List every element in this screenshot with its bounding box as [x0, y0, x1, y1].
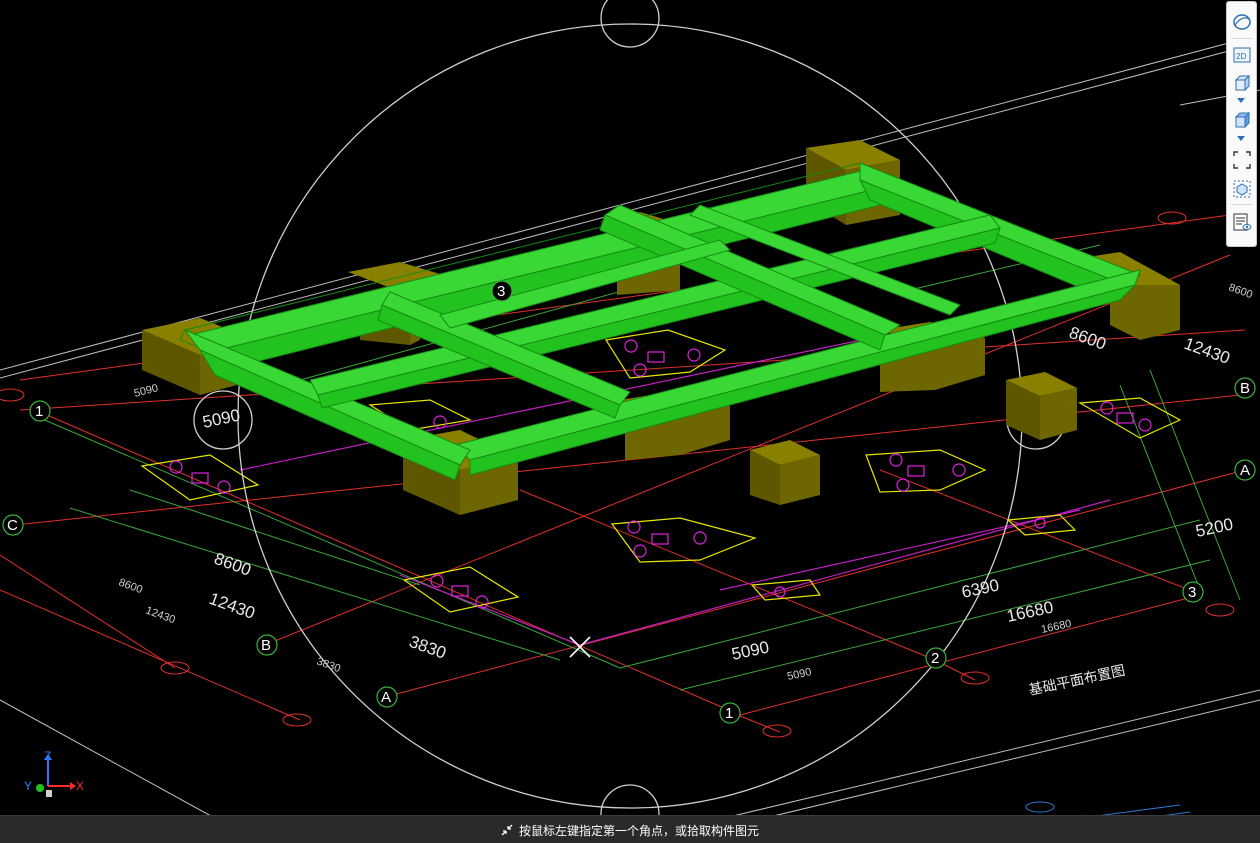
- triad-x: X: [76, 779, 84, 793]
- cube-solid-icon: [1234, 111, 1250, 128]
- dim-16680-bottom-small: 16680: [1040, 618, 1072, 636]
- 3d-viewport[interactable]: C B A B A 1 1 2 3 3 5090 5090 8600 12430…: [0, 0, 1260, 843]
- dim-5090-bottom: 5090: [730, 637, 771, 663]
- axis-label-a-right: A: [1240, 462, 1250, 479]
- axis-label-b-right: B: [1240, 380, 1250, 397]
- dim-12430-left: 12430: [207, 589, 258, 623]
- 2d-icon: 2D: [1233, 47, 1250, 62]
- svg-text:2D: 2D: [1236, 52, 1246, 61]
- toolbar-separator: [1231, 204, 1252, 205]
- dim-5090-top-left: 5090: [133, 382, 160, 400]
- caret-down-icon: [1237, 98, 1245, 103]
- axis-label-c-left: C: [7, 517, 18, 534]
- axis-label-3-top: 3: [497, 283, 505, 300]
- axis-label-b-left: B: [261, 637, 271, 654]
- axis-label-3-right: 3: [1188, 584, 1196, 601]
- pile-cap-outlines: [140, 329, 1182, 613]
- axis-label-1-bottom: 1: [725, 705, 733, 722]
- dim-8600-right-small: 8600: [1227, 282, 1254, 302]
- dim-3830-left-small: 3830: [315, 656, 342, 676]
- view-direction-dropdown-arrow[interactable]: [1236, 135, 1246, 143]
- axis-label-2-bottom: 2: [931, 650, 939, 667]
- status-bar: 按鼠标左键指定第一个角点，或拾取构件图元: [0, 815, 1260, 843]
- component-display-button[interactable]: [1230, 177, 1253, 200]
- dim-8600-left: 8600: [212, 549, 254, 580]
- dim-12430-right: 12430: [1182, 334, 1233, 368]
- drawing-title: 基础平面布置图: [1027, 662, 1126, 698]
- triad-y: Y: [24, 779, 32, 793]
- cube-icon: [1234, 74, 1250, 91]
- dynamic-orbit-button[interactable]: [1230, 10, 1253, 33]
- list-eye-icon: [1233, 213, 1251, 230]
- axis-label-a-left: A: [381, 689, 391, 706]
- dim-5090-bottom-small: 5090: [786, 666, 812, 683]
- triad-z: Z: [44, 750, 51, 763]
- view-toolbar: 2D: [1226, 1, 1257, 247]
- 2d-view-button[interactable]: 2D: [1230, 43, 1253, 66]
- status-prompt-text: 按鼠标左键指定第一个角点，或拾取构件图元: [519, 823, 760, 838]
- orbit-icon: [1232, 13, 1251, 30]
- dim-12430-left-small: 12430: [144, 605, 177, 627]
- dim-8600-right: 8600: [1067, 323, 1109, 354]
- toolbar-separator: [1231, 38, 1252, 39]
- component-icon: [1233, 180, 1250, 197]
- 3d-view-dropdown-arrow[interactable]: [1236, 97, 1246, 105]
- dim-8600-left-small: 8600: [117, 577, 144, 597]
- dim-5200-right: 5200: [1194, 514, 1235, 540]
- 3d-view-button[interactable]: [1230, 71, 1253, 94]
- axis-triad: Z Y X: [20, 749, 90, 800]
- pick-cursor-icon: [501, 824, 513, 836]
- caret-down-icon: [1237, 136, 1245, 141]
- axis-label-1-left: 1: [35, 403, 43, 420]
- view-direction-button[interactable]: [1230, 108, 1253, 131]
- zoom-extents-button[interactable]: [1230, 148, 1253, 171]
- dim-3830-left: 3830: [407, 632, 449, 663]
- layer-display-button[interactable]: [1230, 210, 1253, 233]
- frame-icon: [1232, 150, 1251, 169]
- dim-5090-left: 5090: [201, 405, 242, 431]
